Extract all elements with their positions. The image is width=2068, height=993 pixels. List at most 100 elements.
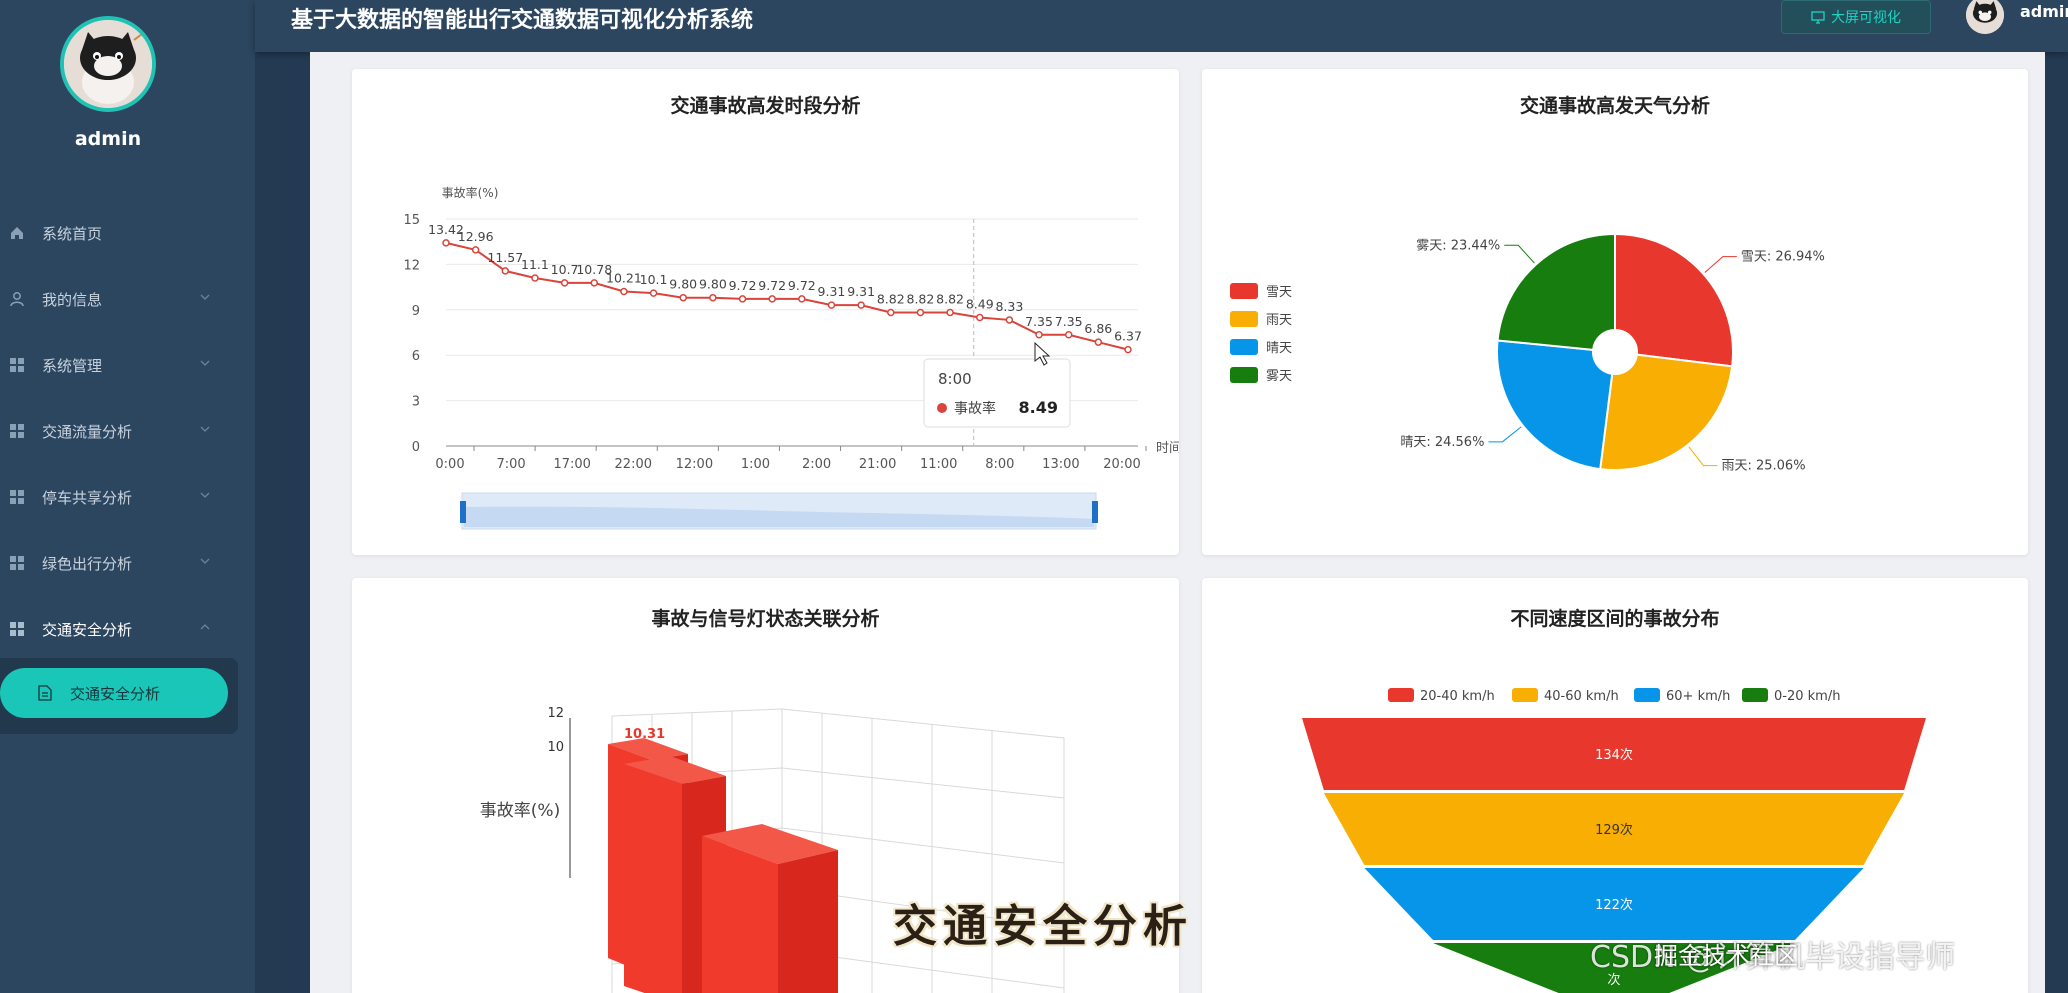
data-point[interactable] xyxy=(738,295,747,303)
pie-slice[interactable] xyxy=(1496,232,1616,351)
pie-slice-label: 晴天: 24.56% xyxy=(1400,435,1484,450)
data-point[interactable] xyxy=(620,287,628,296)
sidebar-item-parking-sharing[interactable]: 停车共享分析 xyxy=(0,464,255,530)
chevron-down-icon xyxy=(200,426,210,432)
z-tick-label: 12 xyxy=(547,706,564,721)
video-caption: 交通安全分析 xyxy=(893,901,1193,952)
sidebar-item-system-management[interactable]: 系统管理 xyxy=(0,332,255,398)
zoom-handle-left[interactable] xyxy=(460,501,466,523)
funnel-label: 134次 xyxy=(1595,747,1633,763)
chart-tooltip: 8:00 事故率 8.49 xyxy=(923,358,1071,428)
pie-slice[interactable] xyxy=(1599,353,1734,471)
data-point[interactable] xyxy=(827,301,836,309)
x-tick-label: 0:00 xyxy=(435,457,464,472)
data-point[interactable] xyxy=(471,246,480,254)
cat-avatar-icon xyxy=(1966,0,2004,34)
data-label: 6.37 xyxy=(1114,329,1142,344)
pie-slice[interactable] xyxy=(1614,232,1734,368)
data-point[interactable] xyxy=(590,279,599,287)
legend-label: 晴天 xyxy=(1266,341,1292,356)
bar-3d-3[interactable] xyxy=(702,824,838,993)
data-point[interactable] xyxy=(1064,331,1073,339)
grid-icon xyxy=(8,422,26,440)
home-icon xyxy=(8,224,26,242)
data-point[interactable] xyxy=(531,274,539,282)
pie-label-line xyxy=(1504,244,1535,264)
speed-range-chart-card: 不同速度区间的事故分布 20-40 km/h 40-60 km/h 60+ km/h… xyxy=(1202,578,2028,993)
legend-item[interactable]: 雾天 xyxy=(1230,367,1292,384)
data-point[interactable] xyxy=(649,289,658,297)
data-point[interactable] xyxy=(709,293,717,302)
data-point[interactable] xyxy=(857,301,865,309)
legend-item[interactable]: 20-40 km/h xyxy=(1388,688,1495,704)
accident-weather-chart-card: 交通事故高发天气分析 雪天: 26.94% 雨天: 25.06% 晴天: 24.56… xyxy=(1202,69,2028,555)
sidebar-avatar[interactable] xyxy=(60,16,156,112)
legend-item[interactable]: 0-20 km/h xyxy=(1742,688,1840,704)
legend-label: 20-40 km/h xyxy=(1420,689,1495,704)
accident-time-line-chart[interactable]: 0 3 6 9 12 15 事故率(%) 时间 0:00 7:00 17:00 22:00 12:00 1… xyxy=(352,69,1179,555)
data-point[interactable] xyxy=(975,313,984,322)
sidebar-item-home[interactable]: 系统首页 xyxy=(0,200,255,266)
data-point[interactable] xyxy=(560,279,569,287)
data-label: 9.80 xyxy=(669,277,697,292)
data-point[interactable] xyxy=(798,295,806,303)
watermark-juejin: 掘金技术社区 xyxy=(1654,942,1798,970)
legend-item[interactable]: 40-60 km/h xyxy=(1512,688,1619,704)
data-point[interactable] xyxy=(946,308,954,317)
data-point[interactable] xyxy=(768,295,776,303)
header-username[interactable]: admin xyxy=(2020,2,2068,21)
data-point[interactable] xyxy=(442,239,450,247)
pie-label-line xyxy=(1704,256,1737,273)
data-label: 8.49 xyxy=(966,297,994,312)
sidebar-item-green-travel[interactable]: 绿色出行分析 xyxy=(0,530,255,596)
data-zoom-slider[interactable] xyxy=(460,492,1098,530)
tooltip-series-name: 事故率 xyxy=(954,400,996,417)
grid-icon xyxy=(8,356,26,374)
legend-item[interactable]: 雪天 xyxy=(1230,283,1292,300)
data-label: 9.80 xyxy=(699,277,727,292)
legend-item[interactable]: 雨天 xyxy=(1230,311,1292,328)
data-label: 7.35 xyxy=(1025,314,1053,329)
monitor-icon xyxy=(1811,11,1825,24)
funnel-label: 122次 xyxy=(1595,897,1633,913)
pie-slice[interactable] xyxy=(1496,339,1614,471)
x-tick-label: 7:00 xyxy=(496,457,525,472)
bigscreen-button[interactable]: 大屏可视化 xyxy=(1781,0,1931,34)
data-label: 6.86 xyxy=(1084,321,1112,336)
submenu-item-traffic-safety-analysis[interactable]: 交通安全分析 xyxy=(0,668,228,718)
data-point[interactable] xyxy=(1005,316,1014,324)
document-icon xyxy=(38,685,52,701)
data-point[interactable] xyxy=(501,267,510,275)
data-point[interactable] xyxy=(1035,331,1043,339)
data-point[interactable] xyxy=(1094,338,1103,346)
y-tick-label: 6 xyxy=(412,349,420,364)
accident-time-chart-card: 交通事故高发时段分析 0 3 6 9 12 15 事故率(%) 时间 0:00 7:00 17:00… xyxy=(352,69,1179,555)
zoom-handle-right[interactable] xyxy=(1092,501,1098,523)
data-point[interactable] xyxy=(679,293,687,302)
legend-item[interactable]: 晴天 xyxy=(1230,339,1292,356)
z-axis-label: 事故率(%) xyxy=(480,801,560,821)
data-point[interactable] xyxy=(916,308,925,317)
legend-label: 雨天 xyxy=(1266,313,1292,328)
sidebar-item-my-info[interactable]: 我的信息 xyxy=(0,266,255,332)
data-label: 9.31 xyxy=(818,284,846,299)
accident-weather-pie-chart[interactable]: 雪天: 26.94% 雨天: 25.06% 晴天: 24.56% 雾天: 23.44%… xyxy=(1202,69,2028,555)
speed-range-funnel-chart[interactable]: 20-40 km/h 40-60 km/h 60+ km/h 0-20 km/h 134… xyxy=(1202,578,2028,993)
legend-swatch xyxy=(1230,311,1258,327)
header-avatar[interactable] xyxy=(1966,0,2004,34)
pie-slice-label: 雾天: 23.44% xyxy=(1416,238,1500,253)
data-point[interactable] xyxy=(887,308,895,317)
funnel-label: 129次 xyxy=(1595,822,1633,838)
sidebar-item-traffic-safety[interactable]: 交通安全分析 xyxy=(0,596,255,662)
x-tick-label: 17:00 xyxy=(553,457,590,472)
legend-item[interactable]: 60+ km/h xyxy=(1634,688,1730,704)
sidebar: admin 系统首页 我的信息 系统管理 交通流量分析 停车共享分析 绿色出行分… xyxy=(0,0,255,993)
legend-label: 0-20 km/h xyxy=(1774,689,1840,704)
y-tick-label: 3 xyxy=(412,395,420,410)
data-point[interactable] xyxy=(1124,345,1132,354)
sidebar-item-traffic-flow[interactable]: 交通流量分析 xyxy=(0,398,255,464)
data-label: 9.72 xyxy=(758,278,786,293)
data-label: 12.96 xyxy=(458,229,494,244)
x-tick-label: 11:00 xyxy=(920,457,957,472)
data-label: 8.33 xyxy=(995,299,1023,314)
